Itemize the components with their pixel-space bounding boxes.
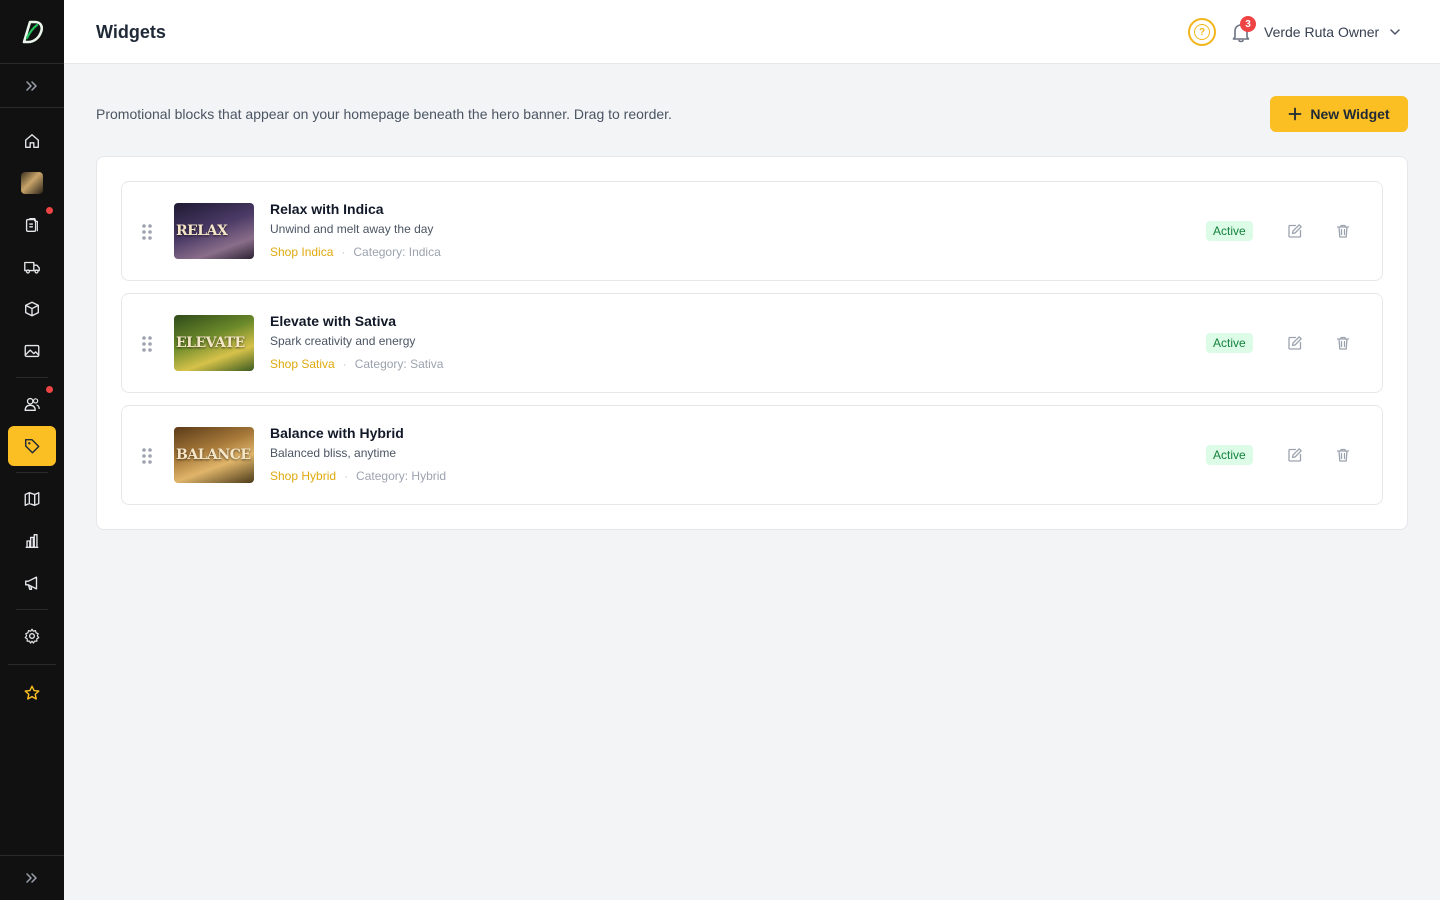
home-icon: [25, 134, 39, 148]
sidebar-item-media[interactable]: [8, 331, 56, 371]
sidebar-divider: [16, 472, 48, 473]
meta-separator: ·: [341, 245, 346, 259]
drag-handle-icon[interactable]: [140, 334, 154, 354]
user-name: Verde Ruta Owner: [1264, 24, 1380, 40]
new-widget-label: New Widget: [1310, 106, 1390, 122]
star-icon: [24, 685, 40, 700]
tag-icon: [24, 438, 40, 454]
widget-title: Relax with Indica: [270, 201, 384, 217]
widget-thumbnail: BALANCE: [174, 427, 254, 483]
widget-row[interactable]: BALANCE Balance with Hybrid Balanced bli…: [121, 405, 1383, 505]
help-button[interactable]: ?: [1188, 18, 1216, 46]
new-widget-button[interactable]: New Widget: [1270, 96, 1408, 132]
status-badge: Active: [1206, 221, 1253, 241]
users-icon: [24, 397, 40, 411]
widget-subtitle: Balanced bliss, anytime: [270, 446, 397, 460]
clipboard-icon: [25, 218, 38, 232]
widget-meta: Shop Indica · Category: Indica: [270, 244, 441, 260]
meta-separator: ·: [342, 357, 347, 371]
box-icon: [25, 301, 39, 317]
widget-category: Category: Sativa: [354, 357, 444, 371]
sidebar-item-promotions[interactable]: [8, 426, 56, 466]
sidebar-item-store[interactable]: [8, 163, 56, 203]
widget-thumbnail: ELEVATE: [174, 315, 254, 371]
widget-title: Elevate with Sativa: [270, 313, 397, 329]
question-circle-icon: ?: [1194, 24, 1210, 40]
top-header: Widgets ? 3 Verde Ruta Owner: [64, 0, 1440, 64]
sidebar-item-marketing[interactable]: [8, 563, 56, 603]
widget-list-panel: RELAX Relax with Indica Unwind and melt …: [96, 156, 1408, 530]
chevrons-right-icon: [26, 873, 37, 883]
widget-subtitle: Spark creativity and energy: [270, 334, 416, 348]
sidebar-item-delivery[interactable]: [8, 247, 56, 287]
notification-badge: 3: [1240, 16, 1256, 32]
app-logo[interactable]: [0, 0, 64, 64]
sidebar-item-guides[interactable]: [8, 479, 56, 519]
user-menu[interactable]: Verde Ruta Owner: [1264, 20, 1401, 44]
widget-link[interactable]: Shop Hybrid: [270, 468, 336, 484]
trash-icon: [1336, 448, 1350, 462]
megaphone-icon: [25, 576, 38, 590]
sidebar-item-favorites[interactable]: [8, 673, 56, 713]
store-thumbnail-icon: [21, 172, 43, 194]
delete-widget-button[interactable]: [1332, 444, 1354, 466]
sidebar-divider: [16, 377, 48, 378]
status-badge: Active: [1206, 445, 1253, 465]
logo-icon: [22, 20, 44, 43]
edit-icon: [1288, 448, 1302, 462]
orders-notification-dot: [46, 207, 53, 214]
widget-link[interactable]: Shop Sativa: [270, 356, 335, 372]
edit-widget-button[interactable]: [1284, 332, 1306, 354]
page-title: Widgets: [96, 22, 166, 42]
sidebar-collapse-toggle[interactable]: [0, 855, 64, 900]
widget-title: Balance with Hybrid: [270, 425, 404, 441]
sidebar-expand-button[interactable]: [0, 64, 64, 108]
widget-subtitle: Unwind and melt away the day: [270, 222, 434, 236]
sidebar: [0, 0, 64, 900]
widget-row[interactable]: ELEVATE Elevate with Sativa Spark creati…: [121, 293, 1383, 393]
chevrons-right-icon: [26, 80, 37, 91]
map-icon: [24, 492, 40, 506]
widget-category: Category: Hybrid: [356, 469, 447, 483]
thumbnail-word: RELAX: [176, 223, 228, 239]
sidebar-item-analytics[interactable]: [8, 521, 56, 561]
meta-separator: ·: [344, 469, 349, 483]
sidebar-item-home[interactable]: [8, 121, 56, 161]
widget-thumbnail: RELAX: [174, 203, 254, 259]
sidebar-divider: [8, 664, 56, 665]
sidebar-item-settings[interactable]: [8, 616, 56, 656]
status-badge: Active: [1206, 333, 1253, 353]
widget-category: Category: Indica: [353, 245, 441, 259]
widget-meta: Shop Sativa · Category: Sativa: [270, 356, 443, 372]
widget-link[interactable]: Shop Indica: [270, 244, 333, 260]
trash-icon: [1336, 224, 1350, 238]
trash-icon: [1336, 336, 1350, 350]
gear-icon: [24, 628, 40, 644]
chevron-down-icon: [1390, 29, 1400, 35]
edit-widget-button[interactable]: [1284, 220, 1306, 242]
widget-meta: Shop Hybrid · Category: Hybrid: [270, 468, 446, 484]
drag-handle-icon[interactable]: [140, 222, 154, 242]
plus-icon: [1288, 107, 1302, 121]
edit-icon: [1288, 336, 1302, 350]
bar-chart-icon: [25, 534, 39, 548]
sidebar-item-products[interactable]: [8, 289, 56, 329]
page-description: Promotional blocks that appear on your h…: [96, 106, 672, 122]
truck-icon: [24, 261, 40, 274]
edit-widget-button[interactable]: [1284, 444, 1306, 466]
sidebar-divider: [16, 609, 48, 610]
image-icon: [24, 344, 40, 358]
delete-widget-button[interactable]: [1332, 332, 1354, 354]
delete-widget-button[interactable]: [1332, 220, 1354, 242]
customers-notification-dot: [46, 386, 53, 393]
drag-handle-icon[interactable]: [140, 446, 154, 466]
widget-row[interactable]: RELAX Relax with Indica Unwind and melt …: [121, 181, 1383, 281]
thumbnail-word: ELEVATE: [176, 335, 245, 351]
thumbnail-word: BALANCE: [176, 447, 251, 463]
edit-icon: [1288, 224, 1302, 238]
